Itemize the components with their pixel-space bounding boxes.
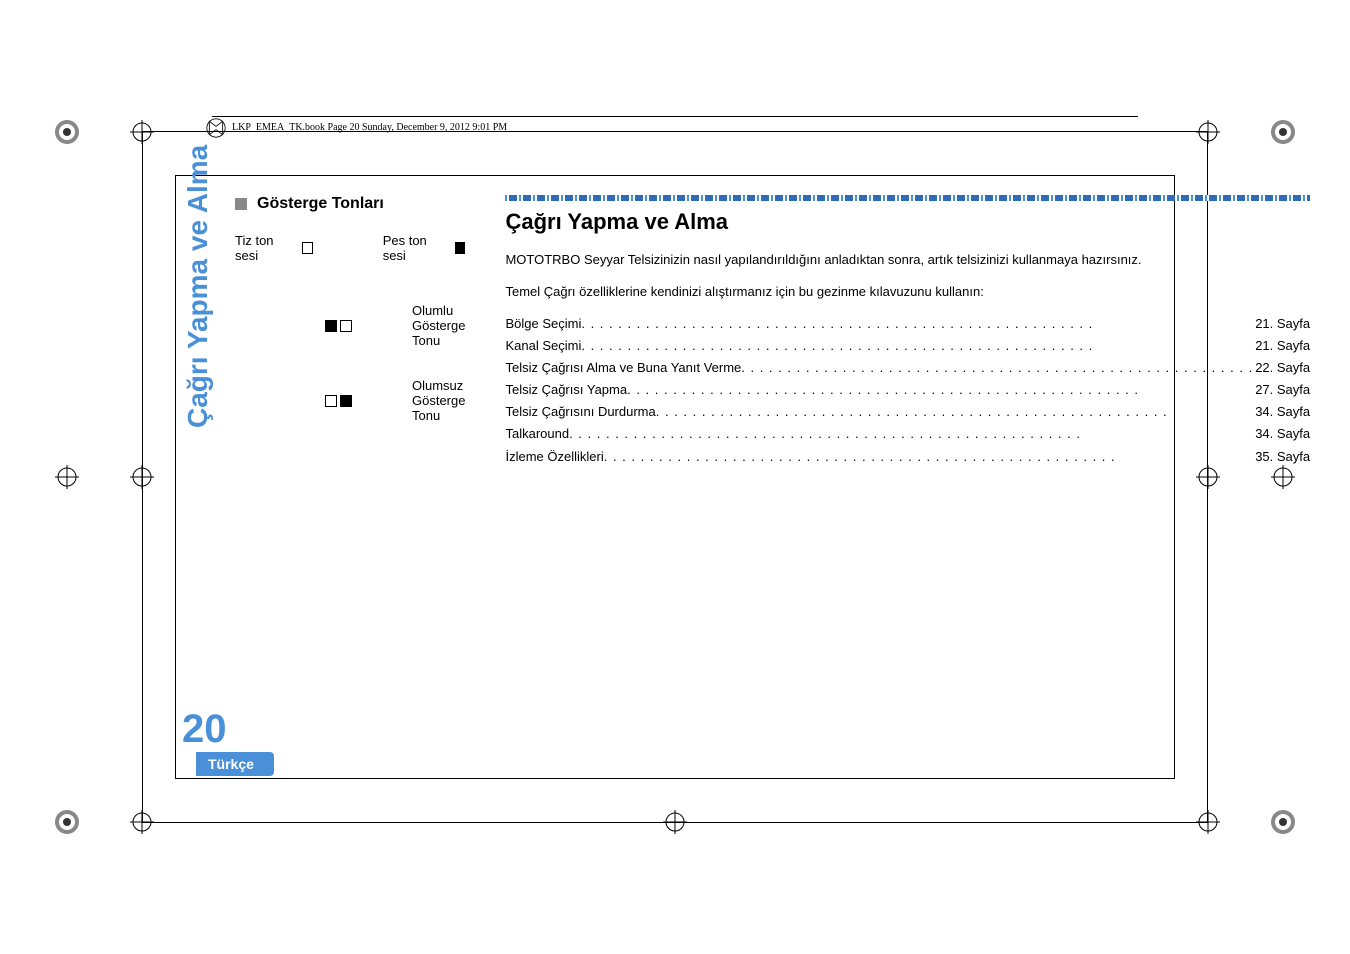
toc-row: Telsiz Çağrısı Yapma 27. Sayfa <box>505 379 1310 401</box>
low-tone-label: Pes ton sesi <box>383 233 447 263</box>
positive-tone-label: Olumlu Gösterge Tonu <box>412 303 465 348</box>
toc-row: Telsiz Çağrısı Alma ve Buna Yanıt Verme … <box>505 357 1310 379</box>
toc-page: 21. Sayfa <box>1253 313 1310 335</box>
page-number: 20 <box>182 707 227 752</box>
toc-label: Telsiz Çağrısı Yapma <box>505 379 627 401</box>
toc-row: İzleme Özellikleri 35. Sayfa <box>505 446 1310 468</box>
section-bullet-icon <box>235 198 247 210</box>
corner-mark-icon <box>55 465 79 489</box>
registration-mark-icon <box>663 810 687 834</box>
toc-row: Bölge Seçimi 21. Sayfa <box>505 313 1310 335</box>
negative-tone-pattern <box>325 395 352 407</box>
toc-page: 22. Sayfa <box>1253 357 1310 379</box>
toc-label: Telsiz Çağrısını Durdurma <box>505 401 655 423</box>
tone-legend-low: Pes ton sesi <box>383 233 466 263</box>
tone-block-icon <box>340 395 352 407</box>
high-tone-icon <box>302 242 313 254</box>
book-indicator-icon <box>206 118 226 138</box>
toc-label: Kanal Seçimi <box>505 335 581 357</box>
registration-mark-icon <box>1196 810 1220 834</box>
toc-page: 21. Sayfa <box>1253 335 1310 357</box>
toc-leader <box>656 401 1253 423</box>
main-heading: Çağrı Yapma ve Alma <box>505 209 1310 235</box>
toc-leader <box>604 446 1253 468</box>
side-tab-label: Çağrı Yapma ve Alma <box>182 145 213 428</box>
toc-label: Telsiz Çağrısı Alma ve Buna Yanıt Verme <box>505 357 741 379</box>
section-title: Gösterge Tonları <box>257 195 384 213</box>
registration-mark-icon <box>130 810 154 834</box>
corner-mark-icon <box>1271 120 1295 144</box>
toc-label: Talkaround <box>505 423 569 445</box>
toc-page: 35. Sayfa <box>1253 446 1310 468</box>
toc-leader <box>569 423 1253 445</box>
corner-mark-icon <box>55 120 79 144</box>
low-tone-icon <box>455 242 466 254</box>
tone-legend-high: Tiz ton sesi <box>235 233 313 263</box>
registration-mark-icon <box>130 120 154 144</box>
toc-row: Telsiz Çağrısını Durdurma 34. Sayfa <box>505 401 1310 423</box>
toc-label: Bölge Seçimi <box>505 313 581 335</box>
toc-label: İzleme Özellikleri <box>505 446 603 468</box>
corner-mark-icon <box>1271 810 1295 834</box>
registration-mark-icon <box>1196 120 1220 144</box>
toc-page: 27. Sayfa <box>1253 379 1310 401</box>
toc-row: Kanal Seçimi 21. Sayfa <box>505 335 1310 357</box>
toc-leader <box>581 335 1253 357</box>
header-divider <box>212 116 1138 117</box>
toc-leader <box>581 313 1253 335</box>
negative-tone-label: Olumsuz Gösterge Tonu <box>412 378 465 423</box>
header-filename: LKP_EMEA_TK.book Page 20 Sunday, Decembe… <box>232 122 507 133</box>
registration-mark-icon <box>130 465 154 489</box>
toc-page: 34. Sayfa <box>1253 401 1310 423</box>
tone-block-icon <box>340 320 352 332</box>
toc-leader <box>627 379 1253 401</box>
toc-row: Talkaround 34. Sayfa <box>505 423 1310 445</box>
corner-mark-icon <box>55 810 79 834</box>
toc-leader <box>741 357 1253 379</box>
section-side-tab: Çağrı Yapma ve Alma <box>182 145 214 428</box>
intro-paragraph-1: MOTOTRBO Seyyar Telsizinizin nasıl yapıl… <box>505 250 1310 270</box>
heading-divider <box>505 195 1310 201</box>
section-heading: Gösterge Tonları <box>235 195 465 213</box>
toc-page: 34. Sayfa <box>1253 423 1310 445</box>
positive-tone-pattern <box>325 320 352 332</box>
tone-block-icon <box>325 395 337 407</box>
tone-block-icon <box>325 320 337 332</box>
high-tone-label: Tiz ton sesi <box>235 233 294 263</box>
intro-paragraph-2: Temel Çağrı özelliklerine kendinizi alış… <box>505 282 1310 302</box>
